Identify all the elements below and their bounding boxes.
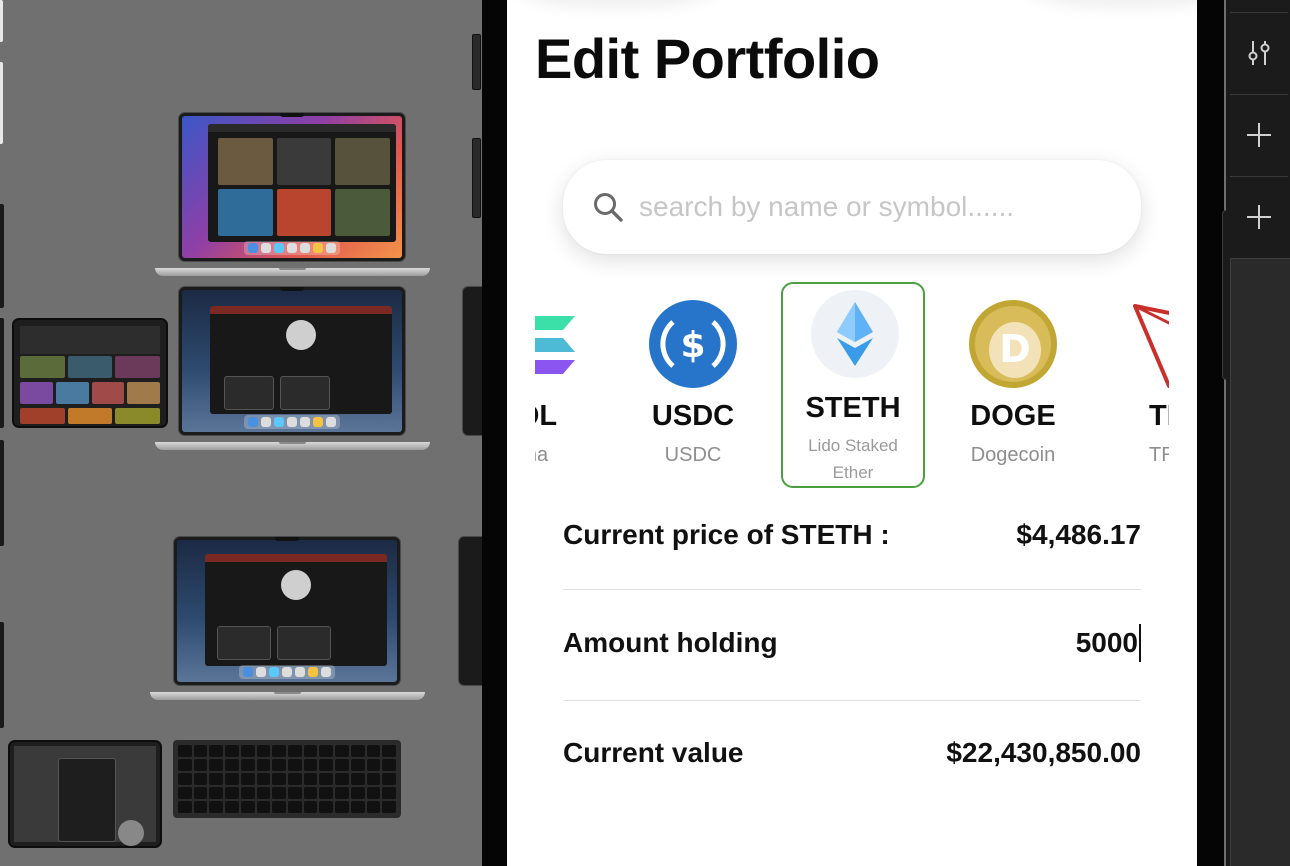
plus-icon — [1247, 205, 1271, 229]
edge-tab[interactable] — [0, 62, 3, 144]
edge-tab[interactable] — [0, 318, 4, 428]
laptop-preview-partial[interactable] — [462, 286, 482, 436]
keyboard-preview — [173, 740, 401, 818]
device-edge — [472, 34, 481, 90]
svg-text:$: $ — [680, 325, 705, 366]
tablet-preview[interactable] — [12, 318, 168, 428]
divider — [563, 700, 1141, 701]
search-bar[interactable] — [563, 160, 1141, 254]
edge-tab[interactable] — [0, 622, 4, 728]
edge-tab[interactable] — [0, 440, 4, 546]
tablet-preview[interactable] — [8, 740, 162, 848]
coin-card-trx[interactable]: TR TRO — [1101, 282, 1169, 488]
adjustments-button[interactable] — [1230, 13, 1288, 93]
price-label: Current price of STETH : — [563, 519, 890, 550]
plus-icon — [1247, 123, 1271, 147]
phone-screen: Edit Portfolio OL na $ — [507, 0, 1197, 866]
doge-logo-icon: D — [969, 300, 1057, 388]
page-title: Edit Portfolio — [535, 27, 880, 90]
coin-name: Dogecoin — [970, 444, 1056, 466]
coin-symbol: USDC — [651, 400, 735, 432]
amount-input[interactable] — [938, 627, 1138, 659]
laptop-preview[interactable] — [155, 112, 430, 277]
coin-carousel[interactable]: OL na $ USDC USDC STETH Lido Staked Eth — [535, 282, 1169, 494]
amount-row[interactable]: Amount holding — [563, 615, 1141, 671]
device-preview-canvas — [0, 0, 482, 866]
add-button[interactable] — [1230, 177, 1288, 257]
coin-card-sol[interactable]: OL na — [535, 282, 609, 488]
value-label: Current value — [563, 737, 744, 768]
coin-name: USDC — [664, 444, 722, 466]
coin-name: Lido Staked Ether — [808, 436, 898, 482]
add-button[interactable] — [1230, 95, 1288, 175]
laptop-preview-partial[interactable] — [458, 536, 482, 686]
steth-logo-icon — [811, 290, 899, 378]
edge-tab[interactable] — [0, 204, 4, 308]
coin-card-doge[interactable]: D DOGE Dogecoin — [941, 282, 1085, 488]
right-panel-body — [1230, 258, 1290, 866]
edge-tab[interactable] — [0, 0, 3, 42]
usdc-logo-icon: $ — [649, 300, 737, 388]
divider — [563, 589, 1141, 590]
amount-field[interactable] — [938, 624, 1141, 662]
coin-symbol: STETH — [805, 392, 901, 424]
coin-symbol: DOGE — [970, 400, 1056, 432]
amount-label: Amount holding — [563, 627, 778, 658]
coin-name: TRO — [1149, 444, 1169, 466]
laptop-preview[interactable] — [150, 536, 425, 701]
price-value: $4,486.17 — [1016, 519, 1141, 550]
svg-text:D: D — [999, 327, 1031, 371]
laptop-preview[interactable] — [155, 286, 430, 451]
coin-card-usdc[interactable]: $ USDC USDC — [621, 282, 765, 488]
solana-logo-icon — [535, 316, 575, 374]
search-input[interactable] — [639, 186, 1109, 228]
text-cursor — [1139, 624, 1141, 662]
device-edge — [472, 138, 481, 218]
sliders-icon — [1248, 41, 1270, 65]
coin-card-steth-selected[interactable]: STETH Lido Staked Ether — [781, 282, 925, 488]
search-icon — [594, 193, 623, 222]
coin-symbol: TR — [1149, 400, 1169, 432]
value-row: Current value $22,430,850.00 — [563, 725, 1141, 781]
price-row: Current price of STETH : $4,486.17 — [563, 507, 1141, 563]
value-amount: $22,430,850.00 — [946, 737, 1141, 768]
tron-logo-icon — [1133, 304, 1169, 388]
